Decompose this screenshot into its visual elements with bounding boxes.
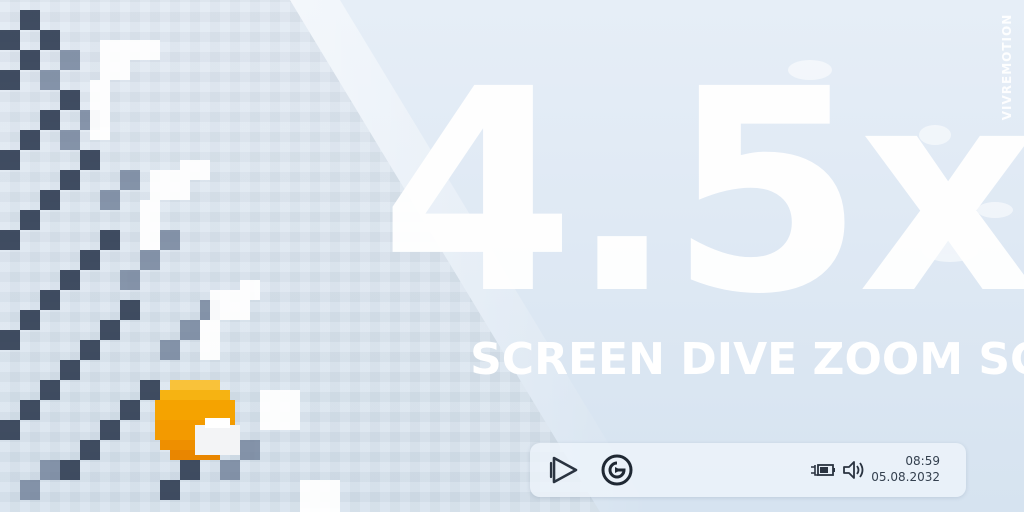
clock-date: 05.08.2032: [871, 470, 940, 484]
elgato-logo-icon: [601, 454, 633, 486]
taskbar: 08:59 05.08.2032: [530, 443, 966, 497]
system-clock[interactable]: 08:59 05.08.2032: [860, 453, 940, 485]
play-triangle-icon: [549, 456, 578, 484]
media-player-button[interactable]: [547, 453, 581, 487]
zoom-factor-label: 4.5x: [380, 30, 1024, 356]
ticker-banner: M SCREEN DIVE ZOOM SCR: [455, 332, 1024, 388]
pixelated-sun: [155, 380, 240, 460]
battery-charging-icon: [811, 464, 835, 476]
ticker-text: M SCREEN DIVE ZOOM SCR: [455, 334, 1024, 385]
clock-time: 08:59: [905, 454, 940, 468]
battery-status[interactable]: [810, 459, 836, 481]
elgato-app-button[interactable]: [600, 453, 634, 487]
